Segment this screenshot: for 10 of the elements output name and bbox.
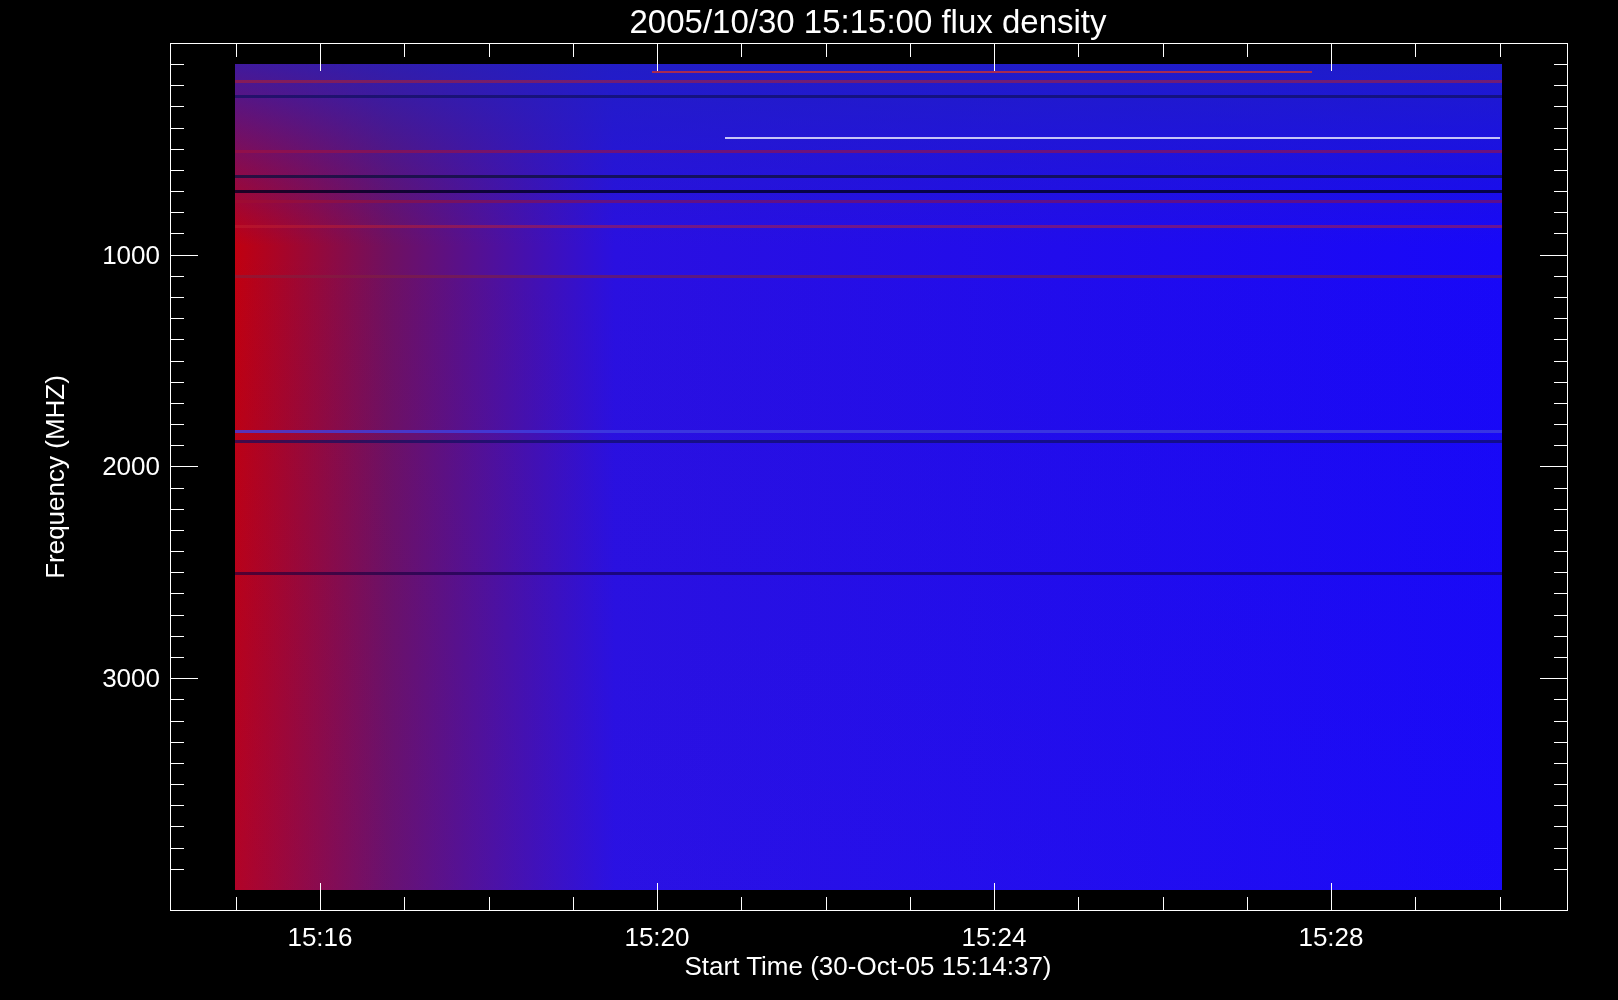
axis-tick-label: 15:28 <box>1298 922 1364 952</box>
axis-title: Start Time (30-Oct-05 15:14:37) <box>684 951 1052 981</box>
axis-tick-label: 15:24 <box>961 922 1027 952</box>
axis-tick-label: 1000 <box>102 239 160 270</box>
axis-tick-label: 3000 <box>102 663 160 694</box>
axis-tick-label: 2000 <box>102 451 160 482</box>
axis-tick-label: 15:16 <box>287 922 353 952</box>
axis-tick-label: 15:20 <box>624 922 690 952</box>
axis-title: Frequency (MHZ) <box>40 375 70 579</box>
chart-title: 2005/10/30 15:15:00 flux density <box>629 3 1107 40</box>
